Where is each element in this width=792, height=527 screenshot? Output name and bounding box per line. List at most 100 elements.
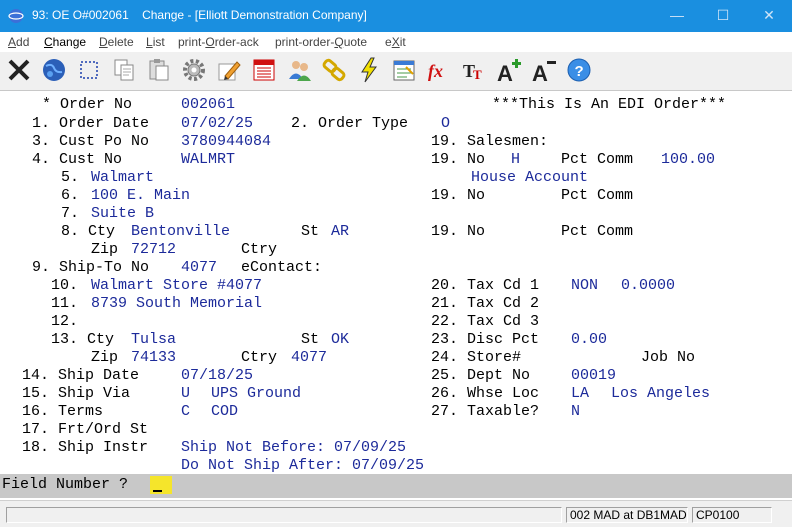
ship-via-label: 15. Ship Via (22, 385, 131, 402)
ship-city-value[interactable]: Tulsa (131, 331, 176, 349)
ship-instr-line2[interactable]: Do Not Ship After: 07/09/25 (181, 457, 424, 475)
calendar-list-icon (253, 59, 275, 81)
whse-loc-label: 26. Whse Loc (431, 385, 540, 402)
salesman1-name: House Account (471, 169, 589, 186)
status-bar: 002 MAD at DB1MAD CP0100 (0, 500, 792, 527)
order-type-label: 2. Order Type (291, 115, 409, 132)
econtact-label: eContact: (241, 259, 323, 276)
font-decrease-icon: A (532, 61, 556, 84)
salesman1-label: 19. No (431, 151, 486, 168)
tax1-label: 20. Tax Cd 1 (431, 277, 540, 294)
menu-delete[interactable]: Delete (99, 35, 134, 49)
bill-zip-value[interactable]: 72712 (131, 241, 176, 259)
minimize-button[interactable]: — (654, 0, 700, 32)
salesman1-pct[interactable]: 100.00 (661, 151, 715, 169)
dept-no-value[interactable]: 00019 (571, 367, 616, 385)
ship-date-value[interactable]: 07/18/25 (181, 367, 253, 385)
disc-pct-label: 23. Disc Pct (431, 331, 540, 348)
ship-state-value[interactable]: OK (331, 331, 349, 349)
disc-pct-value[interactable]: 0.00 (571, 331, 607, 349)
bill-city-label: 8. Cty (61, 223, 116, 240)
cust-no-value[interactable]: WALMRT (181, 151, 235, 169)
status-panel-program: CP0100 (692, 507, 772, 523)
ship-instr-line1[interactable]: Ship Not Before: 07/09/25 (181, 439, 406, 457)
ship-zip-label: Zip (91, 349, 119, 366)
cust-po-label: 3. Cust Po No (32, 133, 150, 150)
links-icon (322, 58, 346, 82)
menu-print-order-quote[interactable]: print-order-Quote (275, 35, 367, 49)
order-no-label: * Order No (42, 96, 133, 113)
order-type-value[interactable]: O (441, 115, 450, 133)
order-no-value[interactable]: 002061 (181, 96, 235, 114)
lightning-button[interactable] (353, 54, 385, 86)
ship-zip-value[interactable]: 74133 (131, 349, 176, 367)
cust-no-label: 4. Cust No (32, 151, 123, 168)
addr1-value[interactable]: 100 E. Main (91, 187, 190, 205)
taxable-label: 27. Taxable? (431, 403, 540, 420)
order-date-value[interactable]: 07/02/25 (181, 115, 253, 133)
close-button[interactable]: ✕ (746, 0, 792, 32)
svg-text:T: T (473, 67, 482, 82)
edit-button[interactable] (213, 54, 245, 86)
bill-state-value[interactable]: AR (331, 223, 349, 241)
globe-button[interactable] (38, 54, 70, 86)
app-icon (8, 9, 24, 23)
paste-button[interactable] (143, 54, 175, 86)
ship-to-value[interactable]: 4077 (181, 259, 217, 277)
help-button[interactable]: ? (563, 54, 595, 86)
cust-po-value[interactable]: 3780944084 (181, 133, 271, 151)
menu-exit[interactable]: eXit (385, 35, 406, 49)
maximize-button[interactable]: ☐ (700, 0, 746, 32)
function-button[interactable]: fx (423, 54, 455, 86)
store-label: 24. Store# (431, 349, 522, 366)
status-panel-user: 002 MAD at DB1MAD (566, 507, 688, 523)
menu-list[interactable]: List (146, 35, 165, 49)
addr2-value[interactable]: Suite B (91, 205, 154, 223)
menu-bar: Add Change Delete List print-Order-ack p… (0, 32, 792, 52)
links-button[interactable] (318, 54, 350, 86)
bill-state-label: St (301, 223, 320, 240)
ship-name-value[interactable]: Walmart Store #4077 (91, 277, 262, 295)
tax1-rate: 0.0000 (621, 277, 676, 294)
menu-change[interactable]: Change (44, 35, 86, 49)
title-bar: 93: OE O#002061 Change - [Elliott Demons… (0, 0, 792, 32)
terms-code[interactable]: C (181, 403, 190, 421)
salesman1-no[interactable]: H (511, 151, 520, 169)
name-value[interactable]: Walmart (91, 169, 154, 187)
bill-city-value[interactable]: Bentonville (131, 223, 230, 241)
settings-button[interactable] (178, 54, 210, 86)
font-size-button[interactable]: TT (458, 54, 490, 86)
font-increase-button[interactable]: A (493, 54, 525, 86)
toolbar: fx TT A A ? (0, 52, 792, 91)
menu-add[interactable]: Add (8, 35, 29, 49)
edi-banner: ***This Is An EDI Order*** (492, 96, 727, 113)
tax1-code[interactable]: NON (571, 277, 598, 295)
ship-addr1-value[interactable]: 8739 South Memorial (91, 295, 262, 313)
ship-instr-label: 18. Ship Instr (22, 439, 149, 456)
salesman3-label: 19. No (431, 223, 486, 240)
ship-via-code[interactable]: U (181, 385, 190, 403)
paste-icon (149, 59, 169, 81)
copy-button[interactable] (108, 54, 140, 86)
calendar-list-button[interactable] (248, 54, 280, 86)
select-button[interactable] (73, 54, 105, 86)
lightning-icon (361, 57, 377, 83)
edit-pencil-icon (218, 61, 241, 81)
select-box-icon (80, 61, 98, 79)
name-label: 5. (61, 169, 80, 186)
close-x-button[interactable] (3, 54, 35, 86)
ship-state-label: St (301, 331, 320, 348)
tax2-label: 21. Tax Cd 2 (431, 295, 540, 312)
menu-print-order-ack[interactable]: print-Order-ack (178, 35, 259, 49)
salesmen-label: 19. Salesmen: (431, 133, 549, 150)
function-icon: fx (428, 61, 443, 81)
whse-loc-code[interactable]: LA (571, 385, 589, 403)
ship-country-value[interactable]: 4077 (291, 349, 327, 367)
addr1-label: 6. (61, 187, 80, 204)
terms-label: 16. Terms (22, 403, 104, 420)
spreadsheet-button[interactable] (388, 54, 420, 86)
taxable-value[interactable]: N (571, 403, 580, 421)
users-button[interactable] (283, 54, 315, 86)
font-decrease-button[interactable]: A (528, 54, 560, 86)
field-number-input[interactable] (150, 476, 172, 494)
